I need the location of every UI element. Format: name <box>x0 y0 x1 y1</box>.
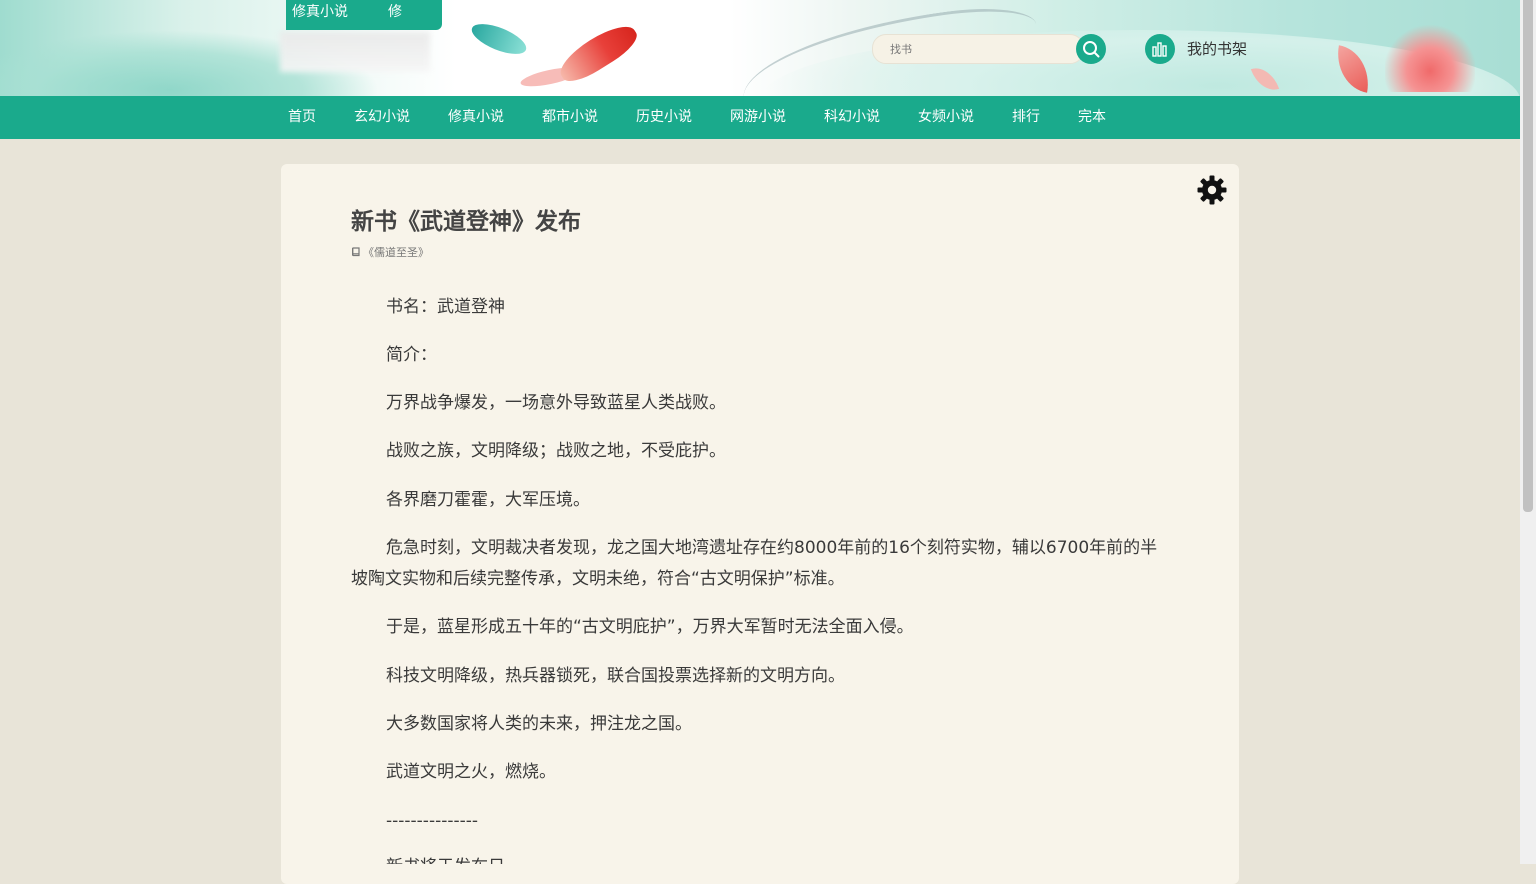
nav-item-lishi[interactable]: 历史小说 <box>636 96 692 139</box>
paragraph: 各界磨刀霍霍，大军压境。 <box>386 490 590 510</box>
nav-item-nvpin[interactable]: 女频小说 <box>918 96 974 139</box>
gear-icon[interactable] <box>1196 174 1228 206</box>
paragraph: 于是，蓝星形成五十年的“古文明庇护”，万界大军暂时无法全面入侵。 <box>386 617 914 637</box>
paragraph: --------------- <box>386 811 479 831</box>
lotus-decoration <box>1385 22 1475 92</box>
logo-tab-text: 修真小说 <box>292 4 348 20</box>
search-icon <box>1083 41 1100 58</box>
paragraph: 万界战争爆发，一场意外导致蓝星人类战败。 <box>386 393 726 413</box>
paragraph: 战败之族，文明降级；战败之地，不受庇护。 <box>386 441 726 461</box>
nav-item-xuanhuan[interactable]: 玄幻小说 <box>354 96 410 139</box>
bookshelf-icon[interactable] <box>1145 34 1175 64</box>
bookshelf-link[interactable]: 我的书架 <box>1187 38 1247 59</box>
logo-tab-text-b: 修 <box>388 4 402 20</box>
fish-decoration <box>467 17 531 61</box>
search-input[interactable] <box>888 36 1072 62</box>
logo-tab[interactable]: 修真小说 修 <box>286 0 442 30</box>
nav-item-home[interactable]: 首页 <box>288 96 316 139</box>
nav-item-kehuan[interactable]: 科幻小说 <box>824 96 880 139</box>
article-title: 新书《武道登神》发布 <box>351 209 581 235</box>
book-icon <box>352 247 360 257</box>
paragraph: 科技文明降级，热兵器锁死，联合国投票选择新的文明方向。 <box>386 666 845 686</box>
article-meta: 《儒道至圣》 <box>351 244 429 260</box>
search-button[interactable] <box>1076 34 1106 64</box>
source-book-link[interactable]: 《儒道至圣》 <box>363 246 429 259</box>
red-fish-decoration <box>553 17 643 89</box>
nav-item-dushi[interactable]: 都市小说 <box>542 96 598 139</box>
paragraph: 书名：武道登神 <box>386 297 505 317</box>
nav-item-wangyou[interactable]: 网游小说 <box>730 96 786 139</box>
header-banner <box>0 0 1520 96</box>
site-logo[interactable] <box>280 32 430 72</box>
paragraph: 新书将于发布日 <box>351 852 1171 864</box>
scrollbar-thumb[interactable] <box>1523 0 1533 512</box>
paragraph: 武道文明之火，燃烧。 <box>386 762 556 782</box>
paragraph: 简介： <box>386 345 437 365</box>
nav-item-completed[interactable]: 完本 <box>1078 96 1106 139</box>
main-nav: 首页 玄幻小说 修真小说 都市小说 历史小说 网游小说 科幻小说 女频小说 排行… <box>0 96 1520 139</box>
nav-item-xiuzhen[interactable]: 修真小说 <box>448 96 504 139</box>
nav-item-ranking[interactable]: 排行 <box>1012 96 1040 139</box>
paragraph: 大多数国家将人类的未来，押注龙之国。 <box>386 714 692 734</box>
paragraph: 危急时刻，文明裁决者发现，龙之国大地湾遗址存在约8000年前的16个刻符实物，辅… <box>351 538 1158 589</box>
